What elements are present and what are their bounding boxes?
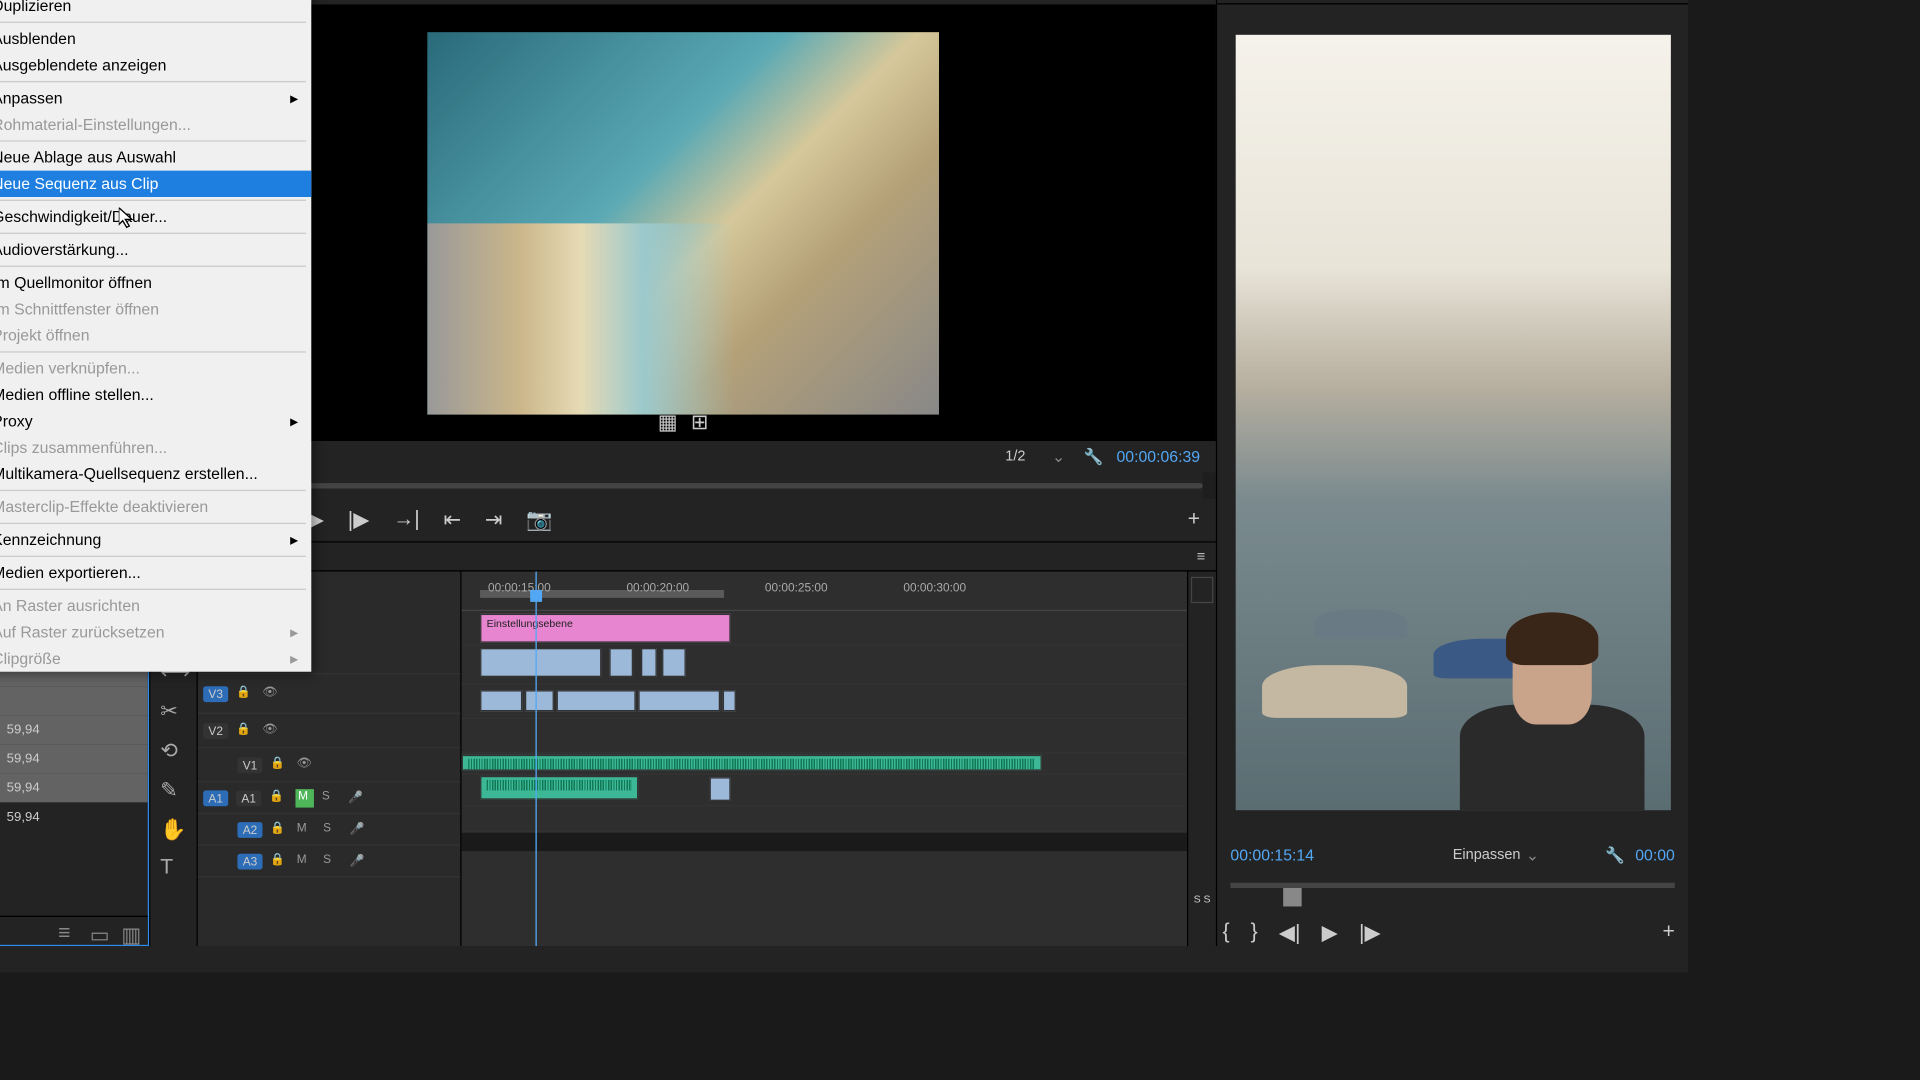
razor-tool-icon[interactable]: ✂: [160, 698, 186, 724]
context-menu-item: Rohmaterial-Einstellungen...: [0, 111, 311, 137]
timeline-scrollbar[interactable]: [462, 833, 1187, 851]
new-item-icon[interactable]: ▥: [121, 922, 139, 940]
source-timecode-right[interactable]: 00:00:06:39: [1116, 448, 1200, 466]
hand-tool-icon[interactable]: ✋: [160, 817, 186, 843]
project-item[interactable]: GoPro4.mp459,94: [0, 715, 148, 744]
timeline-playhead[interactable]: [535, 572, 536, 947]
context-menu-item[interactable]: Ausgeblendete anzeigen: [0, 52, 311, 78]
chevron-down-icon[interactable]: ⌄: [1526, 846, 1539, 864]
track-v1: [462, 719, 1187, 753]
context-menu-item[interactable]: Proxy▸: [0, 408, 311, 434]
context-menu-item: An Raster ausrichten: [0, 593, 311, 619]
context-menu-item: Auf Raster zurücksetzen▸: [0, 619, 311, 645]
program-fit[interactable]: Einpassen: [1453, 847, 1521, 863]
program-transport: { } ◀| ▶ |▶ +: [1217, 914, 1688, 951]
panel-menu-icon[interactable]: ≡: [1197, 548, 1205, 564]
context-menu-item: Clipgröße▸: [0, 645, 311, 671]
timeline-ruler[interactable]: 00:00:15:00 00:00:20:00 00:00:25:00 00:0…: [462, 572, 1187, 612]
program-scrubber[interactable]: [1230, 883, 1674, 915]
overwrite-icon[interactable]: ⇥: [485, 507, 503, 533]
webcam-overlay: [1433, 586, 1670, 810]
pen-tool-icon[interactable]: ✎: [160, 777, 186, 803]
track-a3: [462, 806, 1187, 832]
track-a1: [462, 753, 1187, 774]
source-scrubber-main[interactable]: [164, 473, 1203, 499]
context-menu-item[interactable]: Medien offline stellen...: [0, 382, 311, 408]
track-v4: Einstellungsebene: [462, 611, 1187, 645]
button-editor-icon[interactable]: +: [1663, 921, 1675, 945]
drag-video-icon[interactable]: ⊞: [691, 409, 709, 435]
context-menu-item[interactable]: Geschwindigkeit/Dauer...: [0, 204, 311, 230]
sort-icon[interactable]: ≡: [58, 922, 76, 940]
slip-tool-icon[interactable]: ⟲: [160, 738, 186, 764]
track-a2: [462, 775, 1187, 807]
project-footer: ✎ ☰ ▦ ◫ ○ ≡ ▭ ▥: [0, 916, 148, 945]
context-menu-item[interactable]: Audioverstärkung...: [0, 237, 311, 263]
mark-out-icon[interactable]: }: [1251, 921, 1258, 945]
context-menu-item: Im Schnittfenster öffnen: [0, 296, 311, 322]
context-menu-item: Masterclip-Effekte deaktivieren: [0, 494, 311, 520]
context-menu-item: Projekt öffnen: [0, 322, 311, 348]
context-menu-item[interactable]: Anpassen▸: [0, 85, 311, 111]
track-v3: [462, 645, 1187, 685]
context-menu-item: Clips zusammenführen...: [0, 434, 311, 460]
program-monitor[interactable]: [1217, 4, 1688, 840]
play-icon[interactable]: ▶: [1322, 920, 1338, 946]
context-menu-item[interactable]: Neue Sequenz aus Clip: [0, 171, 311, 197]
context-menu-item[interactable]: Medien exportieren...: [0, 560, 311, 586]
wrench-icon[interactable]: 🔧: [1605, 846, 1625, 864]
project-item[interactable]: GoPro2...: [0, 686, 148, 715]
adjustment-layer-clip[interactable]: Einstellungsebene: [480, 614, 731, 643]
project-item-list: GoPro... GoPro2... GoPro4.mp459,94 GoPro…: [0, 657, 148, 915]
step-back-icon[interactable]: ◀|: [1279, 920, 1301, 946]
context-menu-item[interactable]: Ausblenden: [0, 26, 311, 52]
context-menu-item[interactable]: Multikamera-Quellsequenz erstellen...: [0, 461, 311, 487]
insert-icon[interactable]: ⇤: [443, 507, 461, 533]
export-frame-icon[interactable]: 📷: [526, 507, 552, 533]
program-timecode-right[interactable]: 00:00: [1635, 846, 1675, 864]
button-editor-icon[interactable]: +: [1188, 508, 1200, 532]
context-menu-item[interactable]: Duplizieren: [0, 0, 311, 19]
composite-icon[interactable]: ▦: [658, 409, 678, 435]
context-menu-item[interactable]: Neue Ablage aus Auswahl: [0, 144, 311, 170]
project-item[interactable]: GoPro6.mp459,94: [0, 773, 148, 802]
context-menu-item[interactable]: Kennzeichnung▸: [0, 527, 311, 553]
type-tool-icon[interactable]: T: [160, 856, 186, 882]
program-timecode[interactable]: 00:00:15:14: [1230, 846, 1314, 864]
project-item[interactable]: GoPro5.mp459,94: [0, 744, 148, 773]
step-fwd-icon[interactable]: |▶: [348, 507, 370, 533]
step-fwd-icon[interactable]: |▶: [1359, 920, 1381, 946]
preview-scale[interactable]: 1/2: [1005, 449, 1025, 465]
track-v2: [462, 685, 1187, 719]
audio-meters[interactable]: S S: [1187, 572, 1216, 947]
go-to-out-icon[interactable]: →|: [393, 508, 420, 532]
new-bin-icon[interactable]: ▭: [90, 922, 108, 940]
mark-in-icon[interactable]: {: [1223, 921, 1230, 945]
project-item[interactable]: Rallye59,94: [0, 802, 148, 831]
chevron-down-icon[interactable]: ⌄: [1052, 448, 1065, 466]
timeline-tracks-area[interactable]: 00:00:15:00 00:00:20:00 00:00:25:00 00:0…: [462, 572, 1187, 947]
context-menu-item: Medien verknüpfen...: [0, 355, 311, 381]
context-menu: AusschneidenKopierenEinfügenLöschenDupli…: [0, 0, 311, 672]
wrench-icon[interactable]: 🔧: [1084, 448, 1104, 466]
context-menu-item[interactable]: Im Quellmonitor öffnen: [0, 270, 311, 296]
